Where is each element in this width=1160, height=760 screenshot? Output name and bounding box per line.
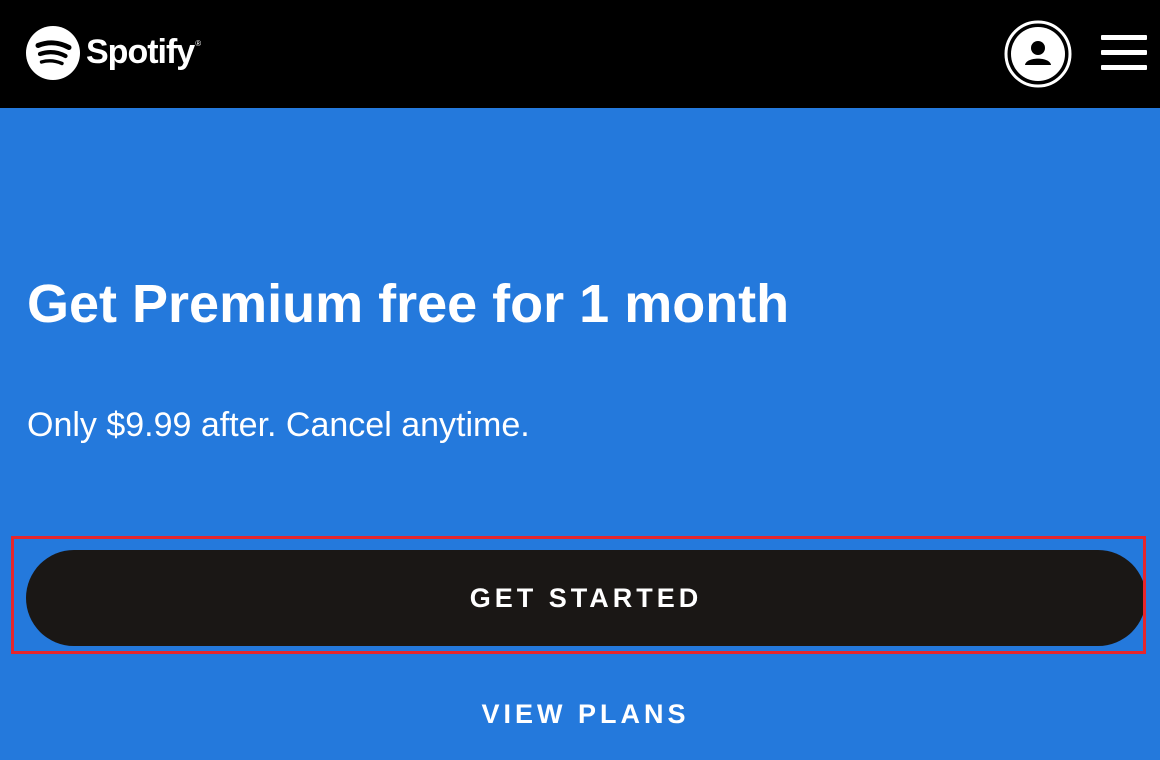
view-plans-link[interactable]: VIEW PLANS: [0, 694, 1160, 734]
get-started-button[interactable]: GET STARTED: [26, 550, 1146, 646]
hamburger-menu-button[interactable]: [1101, 32, 1147, 72]
promo-subline: Only $9.99 after. Cancel anytime.: [27, 406, 530, 444]
registered-mark: ®: [195, 38, 202, 48]
user-icon: [1004, 20, 1072, 88]
spotify-logo[interactable]: Spotify ®: [26, 26, 201, 80]
promo-headline: Get Premium free for 1 month: [27, 274, 790, 334]
spotify-wordmark: Spotify: [86, 32, 195, 71]
hamburger-menu-icon: [1101, 35, 1147, 40]
hamburger-menu-icon: [1101, 50, 1147, 55]
profile-button[interactable]: [1004, 20, 1072, 88]
spotify-logo-icon: [26, 26, 80, 80]
top-nav-bar: Spotify ®: [0, 0, 1160, 108]
hamburger-menu-icon: [1101, 65, 1147, 70]
